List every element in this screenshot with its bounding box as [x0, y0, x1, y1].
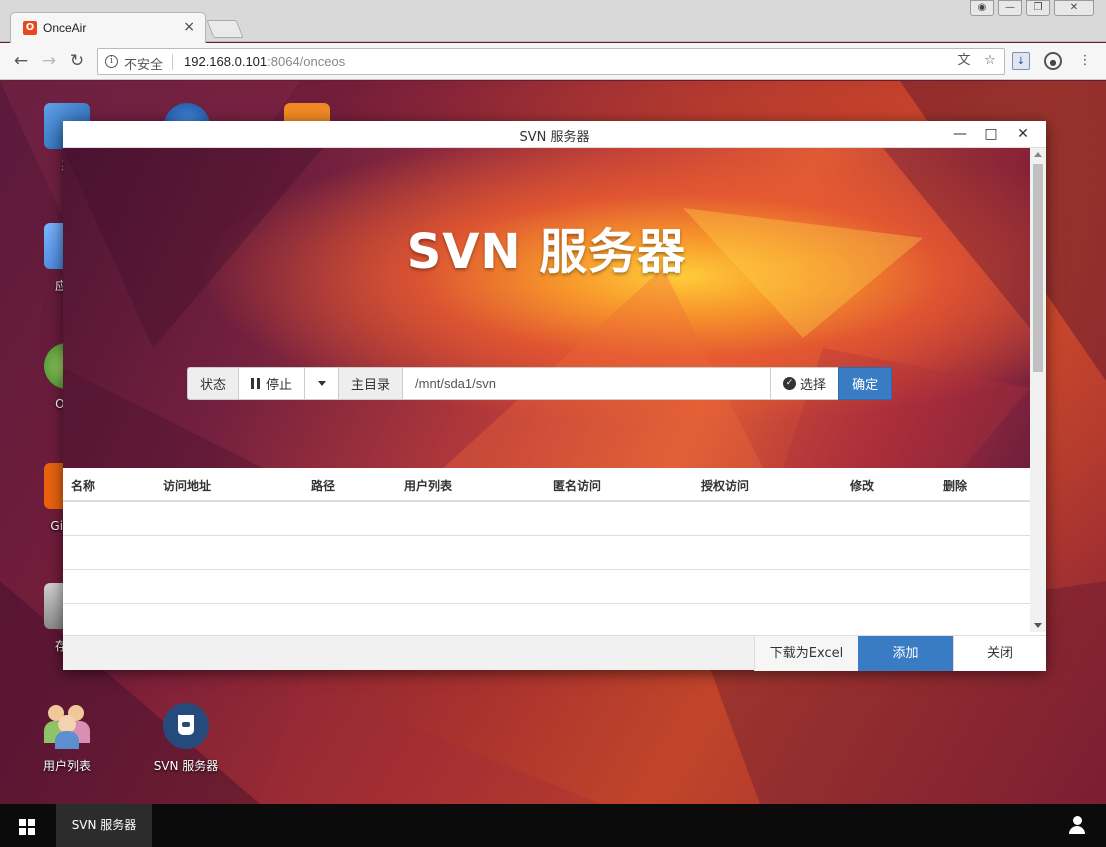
hero-banner: SVN 服务器 状态 停止 主目录 /mnt/sda1/svn ✓ 选择 确定 [63, 148, 1030, 468]
col-authorized-access[interactable]: 授权访问 [701, 477, 749, 494]
dialog-scrollbar[interactable] [1030, 148, 1046, 632]
table-row [63, 604, 1030, 634]
close-button[interactable]: 关闭 [953, 636, 1046, 671]
start-menu-icon[interactable] [19, 819, 35, 835]
dialog-close-icon[interactable]: ✕ [1014, 125, 1032, 143]
dialog-maximize-icon[interactable]: □ [982, 125, 1000, 143]
extension-download-icon[interactable]: ↓ [1012, 52, 1030, 70]
tab-close-icon[interactable]: × [183, 19, 195, 35]
svn-control-bar: 状态 停止 主目录 /mnt/sda1/svn ✓ 选择 确定 [187, 367, 893, 400]
url-text: 192.168.0.101:8064/onceos [184, 54, 345, 69]
window-controls: ◉ — ❐ ✕ [970, 0, 1094, 16]
desktop-icon-label: SVN 服务器 [153, 759, 219, 773]
stop-button[interactable]: 停止 [238, 367, 305, 400]
url-path: :8064/onceos [267, 54, 346, 69]
scroll-down-arrow-icon[interactable] [1034, 623, 1042, 628]
svn-server-dialog: SVN 服务器 — □ ✕ SVN 服务器 状态 停止 主目录 /mnt/sda… [63, 121, 1046, 671]
omnibox-actions: 文 ☆ [956, 53, 998, 69]
minimize-window-icon[interactable]: — [998, 0, 1022, 16]
browser-toolbar: ← → ↻ i 不安全 192.168.0.101:8064/onceos 文 … [0, 43, 1106, 80]
status-dropdown-toggle[interactable] [304, 367, 339, 400]
add-button[interactable]: 添加 [858, 636, 953, 671]
browser-tab[interactable]: O OnceAir × [10, 12, 206, 43]
choose-button[interactable]: ✓ 选择 [770, 367, 839, 400]
menu-kebab-icon[interactable]: ⋮ [1076, 52, 1094, 70]
pause-icon [251, 378, 261, 389]
insecure-label: 不安全 [124, 58, 164, 73]
extension-circle-icon[interactable]: ● [1044, 52, 1062, 70]
status-label: 状态 [187, 367, 239, 400]
table-row [63, 536, 1030, 570]
taskbar: SVN 服务器 [0, 804, 1106, 847]
scroll-up-arrow-icon[interactable] [1034, 152, 1042, 157]
confirm-button[interactable]: 确定 [838, 367, 893, 400]
bookmark-star-icon[interactable]: ☆ [982, 53, 998, 69]
col-delete[interactable]: 删除 [943, 477, 967, 494]
url-separator [172, 54, 173, 70]
hero-polygons [63, 148, 1030, 468]
dialog-titlebar[interactable]: SVN 服务器 — □ ✕ [63, 121, 1046, 148]
desktop-icon-label: 用户列表 [42, 759, 91, 773]
url-host: 192.168.0.101 [184, 54, 268, 69]
table-row [63, 502, 1030, 536]
caret-down-icon [317, 381, 326, 386]
taskbar-item-svn[interactable]: SVN 服务器 [56, 804, 152, 847]
translate-icon[interactable]: 文 [956, 53, 972, 69]
users-group-icon [44, 703, 90, 749]
profile-icon[interactable]: ◉ [970, 0, 994, 16]
dialog-footer: 下载为Excel 添加 关闭 [63, 635, 1046, 671]
close-window-icon[interactable]: ✕ [1054, 0, 1094, 16]
home-dir-input[interactable]: /mnt/sda1/svn [402, 367, 771, 400]
reload-icon[interactable]: ↻ [66, 50, 88, 72]
back-arrow-icon[interactable]: ← [10, 50, 32, 72]
desktop-icon-svn[interactable]: SVN 服务器 [141, 703, 231, 774]
col-anonymous-access[interactable]: 匿名访问 [553, 477, 601, 494]
repo-table: 名称 访问地址 路径 用户列表 匿名访问 授权访问 修改 删除 [63, 468, 1030, 634]
hero-title: SVN 服务器 [406, 224, 687, 280]
desktop-icon-users[interactable]: 用户列表 [22, 703, 112, 774]
choose-button-label: 选择 [800, 378, 827, 393]
stop-button-label: 停止 [266, 378, 293, 393]
dialog-title: SVN 服务器 [519, 130, 590, 145]
col-access-url[interactable]: 访问地址 [163, 477, 211, 494]
new-tab-button[interactable] [206, 20, 244, 38]
home-dir-label: 主目录 [338, 367, 403, 400]
check-circle-icon: ✓ [783, 377, 797, 390]
col-name[interactable]: 名称 [71, 477, 95, 494]
col-user-list[interactable]: 用户列表 [404, 477, 452, 494]
restore-window-icon[interactable]: ❐ [1026, 0, 1050, 16]
user-account-icon[interactable] [1068, 816, 1086, 834]
extension-icons: ↓ ● ⋮ [1012, 52, 1094, 70]
col-path[interactable]: 路径 [311, 477, 335, 494]
forward-arrow-icon[interactable]: → [38, 50, 60, 72]
onceair-favicon-icon: O [23, 21, 37, 35]
svn-server-icon [163, 703, 209, 749]
table-row [63, 570, 1030, 604]
info-icon[interactable]: i [105, 55, 118, 68]
tab-title: OnceAir [43, 21, 87, 35]
table-header: 名称 访问地址 路径 用户列表 匿名访问 授权访问 修改 删除 [63, 468, 1030, 502]
col-edit[interactable]: 修改 [850, 477, 874, 494]
browser-tabstrip: O OnceAir × ◉ — ❐ ✕ [0, 0, 1106, 43]
download-excel-button[interactable]: 下载为Excel [754, 636, 858, 671]
dialog-minimize-icon[interactable]: — [951, 125, 969, 143]
address-bar[interactable]: i 不安全 192.168.0.101:8064/onceos 文 ☆ [97, 48, 1005, 75]
scrollbar-thumb[interactable] [1033, 164, 1043, 372]
